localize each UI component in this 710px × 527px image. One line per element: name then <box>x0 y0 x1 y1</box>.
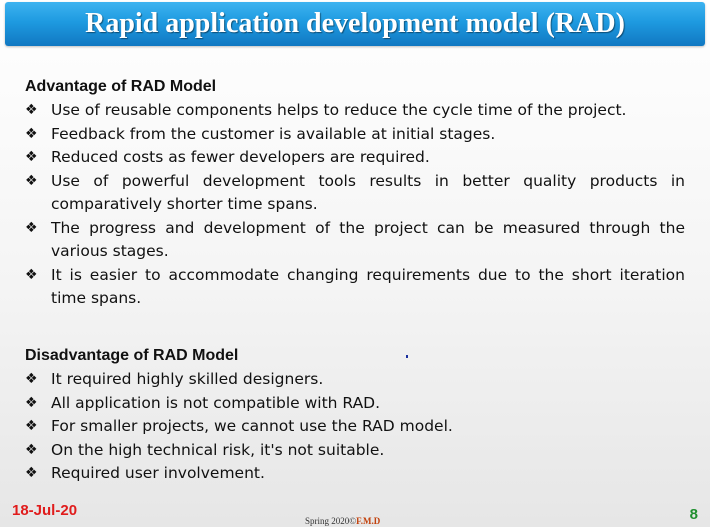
diamond-bullet-icon: ❖ <box>25 149 38 165</box>
list-item-text: It is easier to accommodate changing req… <box>51 265 685 308</box>
diamond-bullet-icon: ❖ <box>25 371 38 387</box>
diamond-bullet-icon: ❖ <box>25 219 38 236</box>
diamond-bullet-icon: ❖ <box>25 418 38 434</box>
list-item: ❖ It is easier to accommodate changing r… <box>25 264 685 311</box>
slide-title: Rapid application development model (RAD… <box>85 8 625 39</box>
list-item-text: Use of reusable components helps to redu… <box>51 101 627 119</box>
list-item-text: For smaller projects, we cannot use the … <box>51 417 453 435</box>
slide: Rapid application development model (RAD… <box>0 0 710 527</box>
list-item: ❖ Use of powerful development tools resu… <box>25 170 685 217</box>
list-item: ❖ Required user involvement. <box>25 462 685 486</box>
footer-date: 18-Jul-20 <box>12 502 78 519</box>
disadvantages-section: Disadvantage of RAD Model ❖ It required … <box>25 345 685 486</box>
disadvantages-list: ❖ It required highly skilled designers. … <box>25 368 685 486</box>
disadvantages-heading: Disadvantage of RAD Model <box>25 347 239 364</box>
footer-credit-text: Spring 2020© <box>305 516 357 526</box>
diamond-bullet-icon: ❖ <box>25 125 38 142</box>
footer-credit-initials: F.M.D <box>356 516 381 526</box>
list-item: ❖ The progress and development of the pr… <box>25 217 685 264</box>
list-item-text: Use of powerful development tools result… <box>51 171 685 214</box>
list-item: ❖ Reduced costs as fewer developers are … <box>25 146 685 170</box>
advantages-section: Advantage of RAD Model ❖ Use of reusable… <box>25 76 685 311</box>
list-item: ❖ For smaller projects, we cannot use th… <box>25 415 685 439</box>
advantages-heading: Advantage of RAD Model <box>25 78 217 95</box>
diamond-bullet-icon: ❖ <box>25 465 38 481</box>
diamond-bullet-icon: ❖ <box>25 172 38 189</box>
list-item: ❖ Use of reusable components helps to re… <box>25 99 685 123</box>
page-number: 8 <box>689 506 698 523</box>
list-item-text: All application is not compatible with R… <box>51 393 381 412</box>
title-bar: Rapid application development model (RAD… <box>5 2 705 46</box>
diamond-bullet-icon: ❖ <box>25 441 38 458</box>
diamond-bullet-icon: ❖ <box>25 266 38 283</box>
list-item-text: It required highly skilled designers. <box>51 370 324 388</box>
list-item-text: Feedback from the customer is available … <box>51 124 496 143</box>
advantages-list: ❖ Use of reusable components helps to re… <box>25 99 685 311</box>
list-item: ❖ Feedback from the customer is availabl… <box>25 123 685 147</box>
footer-credit: Spring 2020©F.M.D <box>305 516 380 526</box>
diamond-bullet-icon: ❖ <box>25 394 38 411</box>
diamond-bullet-icon: ❖ <box>25 102 38 118</box>
list-item-text: The progress and development of the proj… <box>51 218 685 261</box>
list-item: ❖ All application is not compatible with… <box>25 392 685 416</box>
list-item-text: Reduced costs as fewer developers are re… <box>51 148 430 166</box>
list-item: ❖ It required highly skilled designers. <box>25 368 685 392</box>
list-item-text: On the high technical risk, it's not sui… <box>51 440 385 459</box>
list-item-text: Required user involvement. <box>51 464 265 482</box>
list-item: ❖ On the high technical risk, it's not s… <box>25 439 685 463</box>
